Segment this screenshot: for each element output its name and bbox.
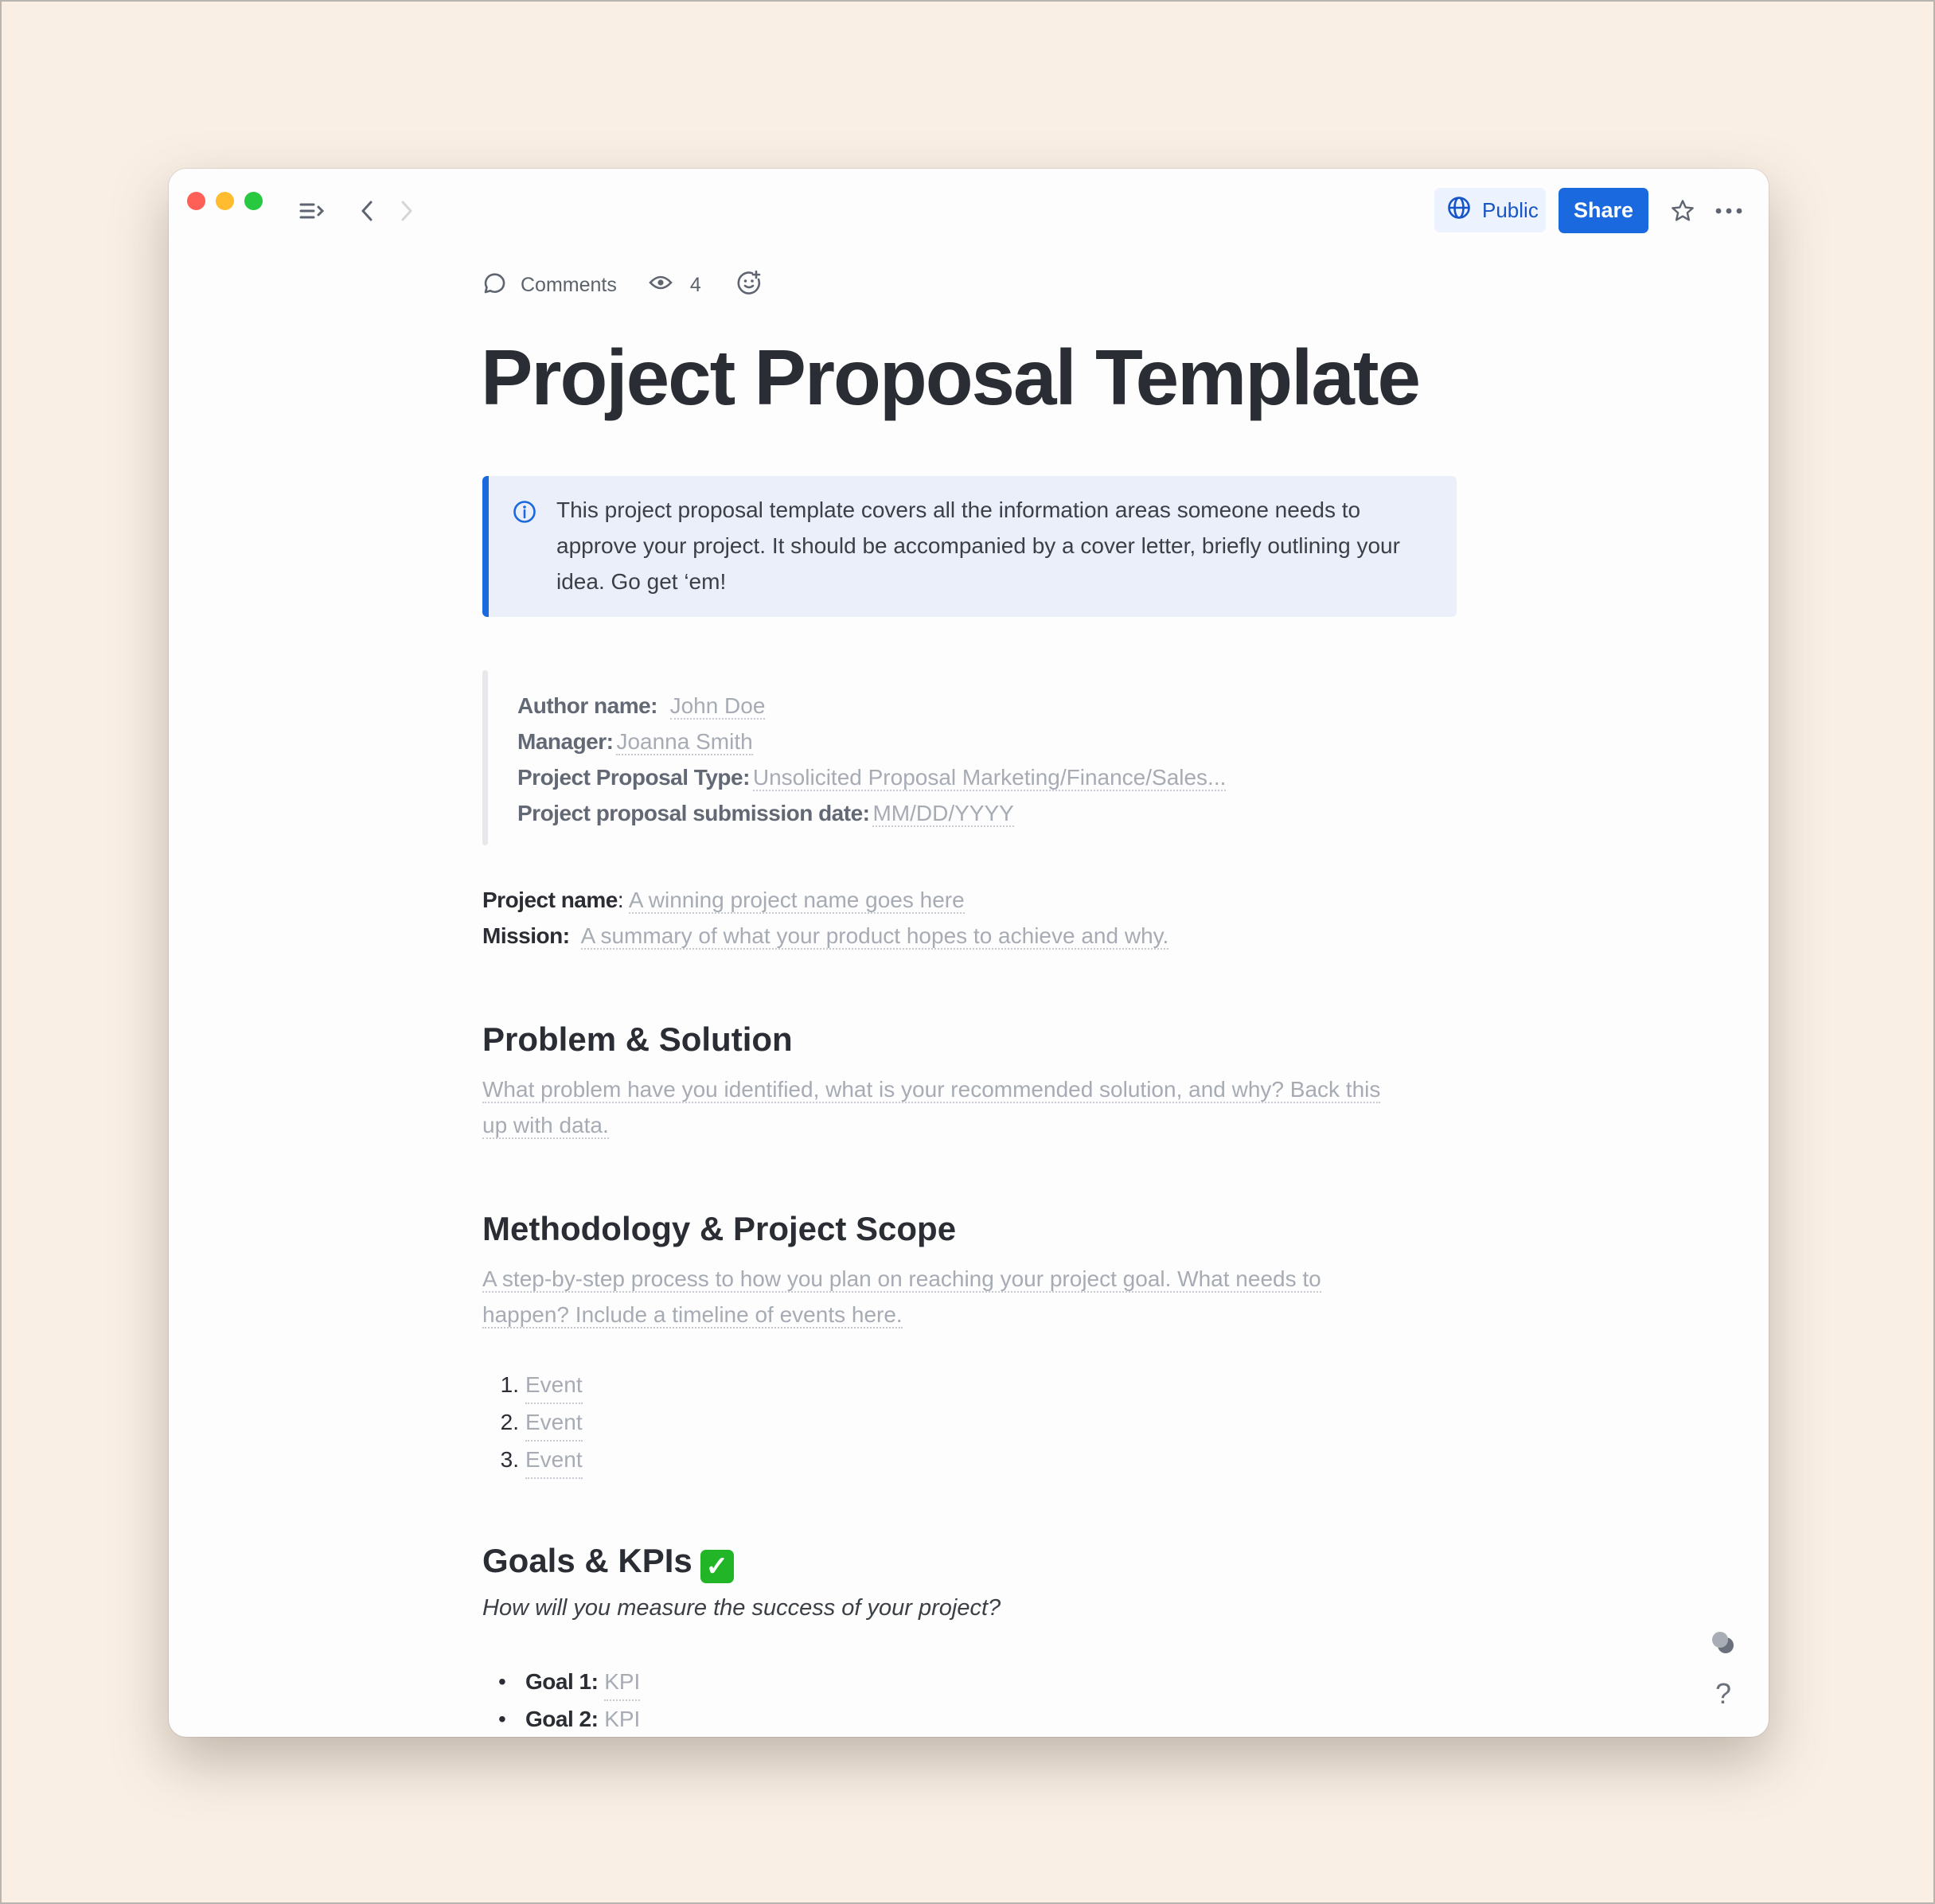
quote-bar	[482, 670, 488, 845]
detail-submission-date: Project proposal submission date: MM/DD/Y…	[517, 795, 1226, 831]
proposal-type-field[interactable]: Unsolicited Proposal Marketing/Finance/S…	[752, 765, 1227, 791]
add-reaction-icon	[736, 270, 762, 301]
project-name-label: Project name	[482, 888, 618, 912]
section-heading-goals-kpis: Goals & KPIs ✓	[482, 1542, 734, 1583]
mission-line: Mission: A summary of what your product …	[482, 918, 1169, 954]
event-field[interactable]: Event	[525, 1404, 583, 1442]
submission-date-field[interactable]: MM/DD/YYYY	[872, 801, 1014, 827]
project-name-field[interactable]: A winning project name goes here	[628, 888, 965, 914]
views-count: 4	[689, 273, 701, 296]
placeholder-line[interactable]: A step-by-step process to how you plan o…	[482, 1266, 1321, 1293]
public-label: Public	[1482, 197, 1539, 222]
help-icon[interactable]: ?	[1709, 1677, 1738, 1710]
mission-field[interactable]: A summary of what your product hopes to …	[580, 923, 1169, 950]
page-title: Project Proposal Template	[481, 334, 1421, 421]
section-heading-methodology: Methodology & Project Scope	[482, 1210, 957, 1247]
list-item: • Goal 2: KPI	[482, 1701, 640, 1737]
goal-label: Goal 2:	[525, 1707, 599, 1731]
detail-label: Project Proposal Type:	[517, 765, 750, 790]
bullet-icon: •	[498, 1707, 506, 1731]
eye-icon	[649, 274, 673, 297]
globe-icon	[1447, 196, 1471, 225]
chevron-left-icon[interactable]	[353, 197, 380, 224]
problem-solution-placeholder: What problem have you identified, what i…	[482, 1071, 1438, 1143]
list-item: 1. Event	[482, 1367, 583, 1404]
placeholder-line[interactable]: up with data.	[482, 1113, 609, 1139]
callout-text: This project proposal template covers al…	[556, 497, 1400, 594]
placeholder-line[interactable]: happen? Include a timeline of events her…	[482, 1302, 903, 1329]
detail-manager: Manager: Joanna Smith	[517, 724, 1226, 759]
bullet-icon: •	[498, 1669, 506, 1694]
section-heading-problem-solution: Problem & Solution	[482, 1020, 793, 1058]
mission-label: Mission:	[482, 923, 570, 948]
maximize-window-button[interactable]	[244, 192, 263, 210]
list-number: 2.	[500, 1410, 519, 1434]
goal-label: Goal 1:	[525, 1669, 599, 1694]
detail-label: Project proposal submission date:	[517, 801, 870, 825]
theme-toggle-icon[interactable]	[1709, 1629, 1738, 1657]
comment-bubble-icon	[482, 271, 506, 300]
goals-list: • Goal 1: KPI • Goal 2: KPI	[482, 1664, 641, 1737]
event-field[interactable]: Event	[525, 1367, 583, 1404]
manager-field[interactable]: Joanna Smith	[616, 729, 753, 755]
event-field[interactable]: Event	[525, 1442, 583, 1479]
detail-label: Author name:	[517, 693, 658, 718]
author-name-field[interactable]: John Doe	[669, 693, 766, 720]
kpi-field[interactable]: KPI	[604, 1664, 641, 1701]
info-icon	[513, 500, 536, 528]
close-window-button[interactable]	[187, 192, 205, 210]
events-list: 1. Event 2. Event 3. Event	[482, 1367, 583, 1479]
chevron-right-icon[interactable]	[393, 197, 420, 224]
project-name-line: Project name: A winning project name goe…	[482, 882, 965, 918]
placeholder-line[interactable]: What problem have you identified, what i…	[482, 1077, 1381, 1103]
share-button[interactable]: Share	[1559, 188, 1648, 233]
info-callout: This project proposal template covers al…	[482, 476, 1457, 617]
app-window: Public Share Comments 4 Project Proposal…	[169, 169, 1769, 1737]
detail-author: Author name: John Doe	[517, 688, 1226, 724]
sidebar-toggle-icon[interactable]	[296, 197, 328, 224]
check-mark-icon: ✓	[700, 1550, 734, 1583]
heading-text: Goals & KPIs	[482, 1542, 692, 1579]
goals-subtitle: How will you measure the success of your…	[482, 1595, 1001, 1621]
list-item: 2. Event	[482, 1404, 583, 1442]
public-visibility-button[interactable]: Public	[1434, 188, 1546, 232]
document-meta-bar: Comments 4	[482, 270, 762, 301]
add-reaction-button[interactable]	[736, 270, 762, 301]
methodology-placeholder: A step-by-step process to how you plan o…	[482, 1261, 1438, 1332]
list-item: • Goal 1: KPI	[482, 1664, 641, 1701]
minimize-window-button[interactable]	[216, 192, 234, 210]
views-indicator[interactable]: 4	[649, 274, 701, 297]
list-item: 3. Event	[482, 1442, 583, 1479]
kpi-field[interactable]: KPI	[604, 1701, 640, 1737]
star-icon[interactable]	[1667, 196, 1699, 226]
detail-label: Manager:	[517, 729, 614, 754]
details-quote-block: Author name: John Doe Manager: Joanna Smi…	[482, 670, 1358, 845]
comments-label: Comments	[521, 273, 617, 296]
comments-button[interactable]: Comments	[482, 271, 617, 300]
list-number: 3.	[500, 1447, 519, 1472]
detail-proposal-type: Project Proposal Type: Unsolicited Propos…	[517, 759, 1227, 795]
list-number: 1.	[500, 1372, 519, 1397]
label-separator: :	[617, 888, 624, 912]
more-horizontal-icon[interactable]	[1711, 197, 1746, 224]
